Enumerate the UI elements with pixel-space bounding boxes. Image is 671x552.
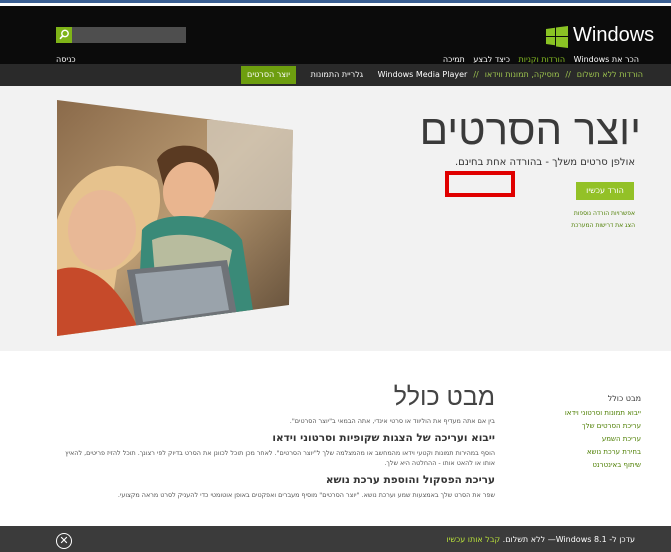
windows-logo-icon[interactable]	[546, 26, 568, 48]
sidebar-nav: מבט כולל ייבוא תמונות וסרטוני וידאו עריכ…	[541, 394, 641, 472]
breadcrumb-current[interactable]: יוצר הסרטים	[241, 66, 297, 84]
system-requirements-link[interactable]: הצג את דרישות המערכת	[571, 222, 635, 229]
sidebar-item-audio[interactable]: עריכת השמע	[541, 433, 641, 446]
page-frame: Windows הכר את Windows הורדות וקניות כיצ…	[0, 0, 671, 552]
upgrade-banner: ✕ עדכן ל- Windows 8.1— ללא תשלום. קבל או…	[0, 526, 671, 552]
nav-item-howto[interactable]: כיצד לבצע	[473, 55, 510, 64]
highlight-box	[445, 171, 515, 197]
breadcrumb-separator: //	[473, 70, 479, 79]
download-button[interactable]: הורד עכשיו	[576, 182, 634, 200]
breadcrumb-item[interactable]: גלריית התמונות	[311, 64, 363, 86]
brand-name[interactable]: Windows	[573, 24, 654, 47]
banner-link[interactable]: קבל אותו עכשיו	[446, 535, 500, 544]
banner-text: עדכן ל- Windows 8.1— ללא תשלום.	[502, 535, 635, 544]
section-text: שפר את הסרט שלך באמצעות שמע וערכת נושא. …	[117, 491, 495, 499]
breadcrumb: הורדות ללא תשלום // מוסיקה, תמונות ווידאו /…	[0, 64, 671, 86]
intro-text: בין אם אתה מעדיף את הוליווד או סרטי אינד…	[289, 417, 495, 425]
sidebar-item-share[interactable]: שיתוף באינטרנט	[541, 459, 641, 472]
search-button[interactable]	[56, 27, 72, 43]
breadcrumb-item[interactable]: מוסיקה, תמונות ווידאו	[485, 64, 560, 86]
breadcrumb-item[interactable]: הורדות ללא תשלום	[577, 64, 643, 86]
section-title: מבט כולל	[393, 383, 495, 411]
main-content: מבט כולל בין אם אתה מעדיף את הוליווד או …	[65, 383, 495, 500]
page-title: יוצר הסרטים	[419, 106, 641, 153]
sidebar-item-edit[interactable]: עריכת הסרטים שלך	[541, 420, 641, 433]
sidebar-title: מבט כולל	[607, 394, 641, 403]
search-input[interactable]	[56, 27, 186, 43]
hero-section: יוצר הסרטים אולפן סרטים משלך - בהורדה אח…	[0, 86, 671, 351]
top-nav: הכר את Windows הורדות וקניות כיצד לבצע ת…	[437, 55, 639, 64]
nav-item-downloads[interactable]: הורדות וקניות	[519, 55, 566, 64]
section-heading: עריכת הפסקול והוספת ערכת נושא	[325, 474, 495, 486]
section-heading: ייבוא ועריכה של הצגות שקופיות וסרטוני וי…	[272, 432, 495, 444]
sidebar-item-theme[interactable]: בחירת ערכת נושא	[541, 446, 641, 459]
hero-photo	[57, 100, 293, 336]
section-text: הוסף במהירות תמונות וקטעי וידאו מהמחשב א…	[65, 449, 495, 467]
site-header: Windows הכר את Windows הורדות וקניות כיצ…	[0, 6, 671, 64]
page-subtitle: אולפן סרטים משלך - בהורדה אחת בחינם.	[455, 157, 635, 168]
breadcrumb-item[interactable]: Windows Media Player	[378, 64, 468, 86]
search-icon	[59, 29, 69, 40]
sidebar-item-import[interactable]: ייבוא תמונות וסרטוני וידאו	[541, 407, 641, 420]
nav-item-about[interactable]: הכר את Windows	[574, 55, 639, 64]
banner-message: עדכן ל- Windows 8.1— ללא תשלום. קבל אותו…	[446, 535, 635, 544]
signin-link[interactable]: כניסה	[56, 55, 76, 64]
breadcrumb-separator: //	[565, 70, 571, 79]
more-download-options-link[interactable]: אפשרויות הורדה נוספות	[574, 210, 635, 217]
nav-item-support[interactable]: תמיכה	[443, 55, 465, 64]
close-icon[interactable]: ✕	[56, 533, 72, 549]
